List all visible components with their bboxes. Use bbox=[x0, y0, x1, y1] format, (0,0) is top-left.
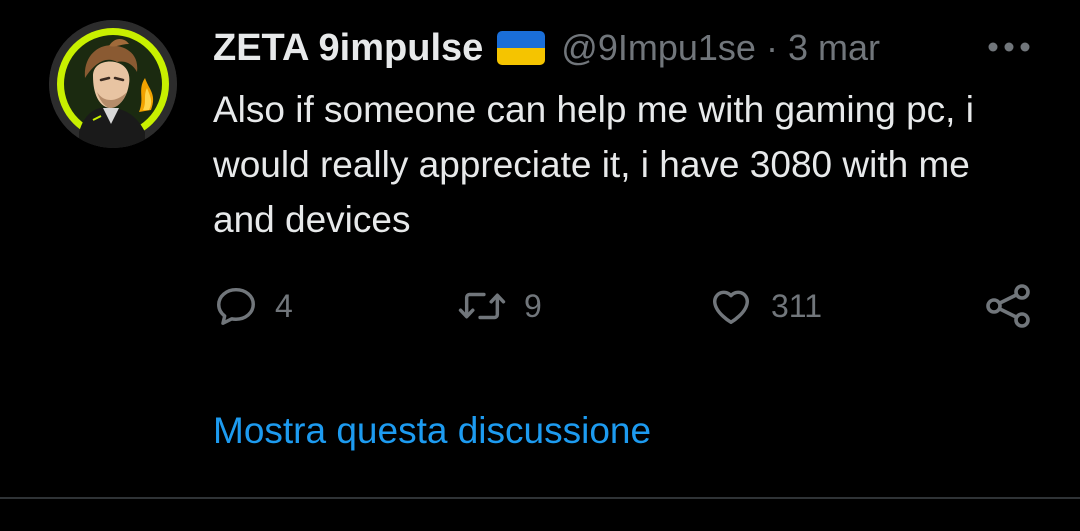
share-button[interactable] bbox=[984, 280, 1032, 332]
retweet-count: 9 bbox=[524, 287, 542, 324]
divider bbox=[0, 497, 1080, 499]
user-handle[interactable]: @9Impu1se bbox=[561, 27, 756, 69]
heart-icon bbox=[712, 290, 750, 325]
reply-icon bbox=[217, 287, 255, 325]
timestamp[interactable]: 3 mar bbox=[788, 27, 880, 69]
profile-avatar-illustration bbox=[49, 20, 177, 148]
tweet-header: ZETA 9impulse @9Impu1se · 3 mar bbox=[213, 24, 880, 72]
flag-yellow-stripe bbox=[497, 48, 546, 65]
avatar[interactable] bbox=[49, 20, 177, 148]
share-icon bbox=[986, 284, 1030, 328]
like-count: 311 bbox=[771, 287, 823, 324]
like-button[interactable]: 311 bbox=[707, 280, 822, 332]
more-options-icon bbox=[988, 42, 1030, 52]
more-options-button[interactable] bbox=[986, 30, 1032, 64]
reply-button[interactable]: 4 bbox=[213, 280, 293, 332]
retweet-button[interactable]: 9 bbox=[456, 280, 542, 332]
separator-dot: · bbox=[765, 27, 778, 68]
reply-count: 4 bbox=[275, 287, 293, 324]
display-name[interactable]: ZETA 9impulse bbox=[213, 27, 483, 70]
ukraine-flag-icon bbox=[497, 31, 546, 65]
retweet-icon bbox=[458, 292, 506, 320]
flag-blue-stripe bbox=[497, 31, 546, 48]
show-thread-link[interactable]: Mostra questa discussione bbox=[213, 410, 651, 452]
tweet-text: Also if someone can help me with gaming … bbox=[213, 89, 974, 240]
action-bar: 4 9 311 bbox=[0, 280, 1080, 332]
